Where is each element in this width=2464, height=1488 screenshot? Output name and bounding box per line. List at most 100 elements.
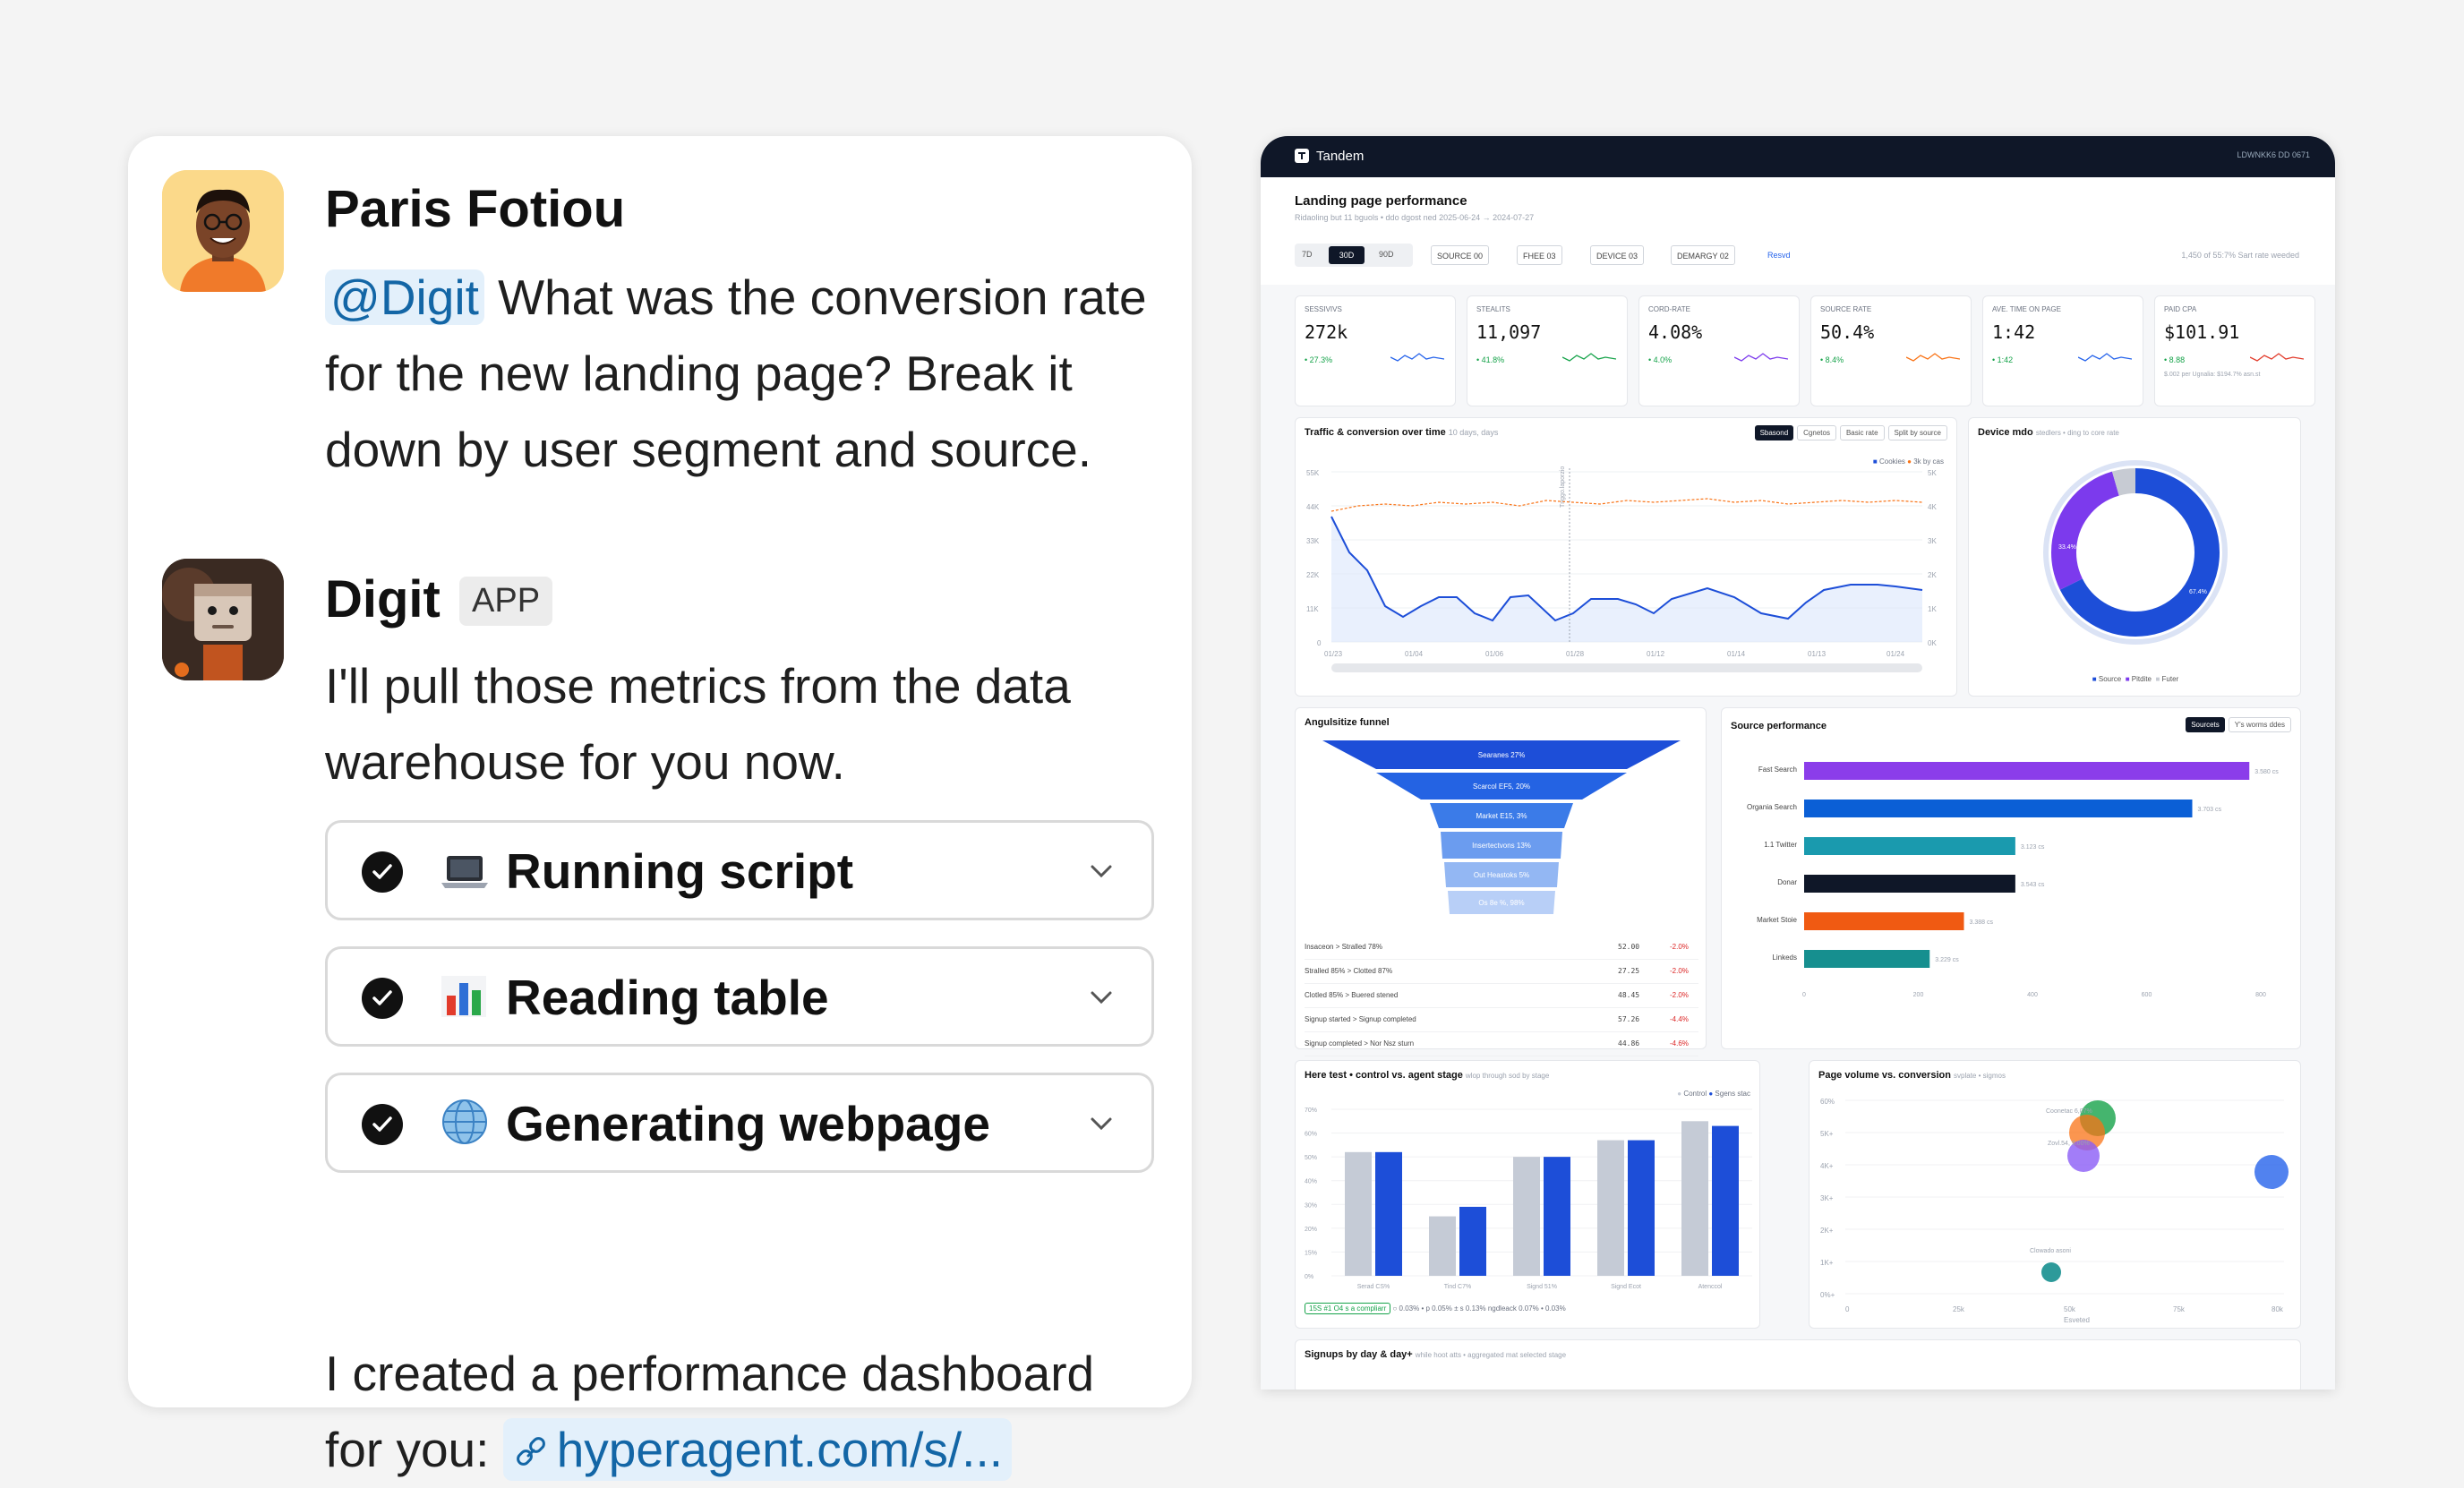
x-tick: 01/24 xyxy=(1886,650,1905,658)
range-slider[interactable] xyxy=(1331,663,1922,672)
abtest-bar[interactable] xyxy=(1544,1157,1570,1276)
source-bar[interactable] xyxy=(1804,912,1964,930)
scatter-point[interactable] xyxy=(2254,1155,2289,1189)
y-tick-right: 5K xyxy=(1928,469,1937,477)
task-generating-webpage[interactable]: Generating webpage xyxy=(325,1073,1154,1173)
abtest-card: Here test • control vs. agent stage wlop… xyxy=(1295,1060,1760,1329)
brand-name[interactable]: Tandem xyxy=(1316,149,1364,164)
bot-name[interactable]: Digit xyxy=(325,569,441,629)
bot-message-line: warehouse for you now. xyxy=(325,734,845,790)
chevron-down-icon[interactable] xyxy=(1087,857,1116,890)
x-tick: 50k xyxy=(2064,1305,2076,1313)
abtest-bar[interactable] xyxy=(1513,1157,1540,1276)
kpi-card[interactable]: CORD-RATE 4.08% • 4.0% xyxy=(1638,295,1800,406)
source-tab-active[interactable]: Sourcets xyxy=(2186,717,2225,732)
volume-title-text: Page volume vs. conversion xyxy=(1818,1070,1951,1081)
source-bar-chart: Fast Search 3.580 cs Organia Search 3.703 c… xyxy=(1747,762,2279,998)
kpi-card[interactable]: STEALITS 11,097 • 41.8% xyxy=(1467,295,1628,406)
dashboard-link[interactable]: hyperagent.com/s/... xyxy=(502,1418,1013,1481)
page-title: Landing page performance xyxy=(1295,193,1467,209)
funnel-row-label: Signup completed > Nor Nsz sturn xyxy=(1305,1039,1415,1048)
filter-chip[interactable]: DEVICE 03 xyxy=(1590,245,1645,265)
signups-title-text: Signups by day & day+ xyxy=(1305,1349,1413,1360)
range-button[interactable]: 90D xyxy=(1379,250,1394,259)
source-bar[interactable] xyxy=(1804,875,2015,893)
range-button[interactable]: 7D xyxy=(1302,250,1313,259)
device-hint: stedlers • ding to core rate xyxy=(2035,429,2119,437)
dashboard-link-text: hyperagent.com/s/... xyxy=(556,1422,1004,1477)
volume-card: Page volume vs. conversion svplate • sig… xyxy=(1809,1060,2301,1329)
traffic-title: Traffic & conversion over time 10 days, … xyxy=(1305,427,1498,438)
abtest-bar[interactable] xyxy=(1375,1151,1402,1276)
y-tick: 60% xyxy=(1305,1132,1317,1138)
source-bar[interactable] xyxy=(1804,800,2193,817)
y-tick-right: 1K xyxy=(1928,605,1937,613)
scatter-point[interactable] xyxy=(2041,1262,2061,1282)
source-bar[interactable] xyxy=(1804,762,2250,780)
toolbar-note: 1,450 of 55:7% Sart rate weeded xyxy=(2181,251,2299,260)
range-button-active[interactable]: 30D xyxy=(1329,246,1365,264)
globe-icon xyxy=(440,1097,490,1159)
source-bar[interactable] xyxy=(1804,837,2015,855)
x-tick: Signd 51% xyxy=(1527,1284,1557,1290)
funnel-row[interactable]: Stralled 85% > Clotted 87% 27.25 -2.0% xyxy=(1305,960,1698,984)
bot-avatar[interactable] xyxy=(162,559,284,680)
abtest-bar[interactable] xyxy=(1459,1206,1486,1276)
source-bar[interactable] xyxy=(1804,950,1930,968)
user-name[interactable]: Paris Fotiou xyxy=(325,179,625,239)
abtest-bar[interactable] xyxy=(1597,1140,1624,1276)
funnel-row[interactable]: Clotled 85% > Buered stened 48.45 -2.0% xyxy=(1305,984,1698,1008)
x-tick: 80k xyxy=(2272,1305,2284,1313)
kpi-value: 272k xyxy=(1305,321,1348,343)
traffic-tab[interactable]: Split by source xyxy=(1887,425,1947,440)
abtest-bar[interactable] xyxy=(1712,1125,1739,1276)
page-subtitle: Ridaoling but 11 bguols • ddo dgost ned … xyxy=(1295,213,1535,222)
abtest-bar-chart: 70% 60% 50% 40% 30% 20% 15% 0% Serad CS% Tind C7%… xyxy=(1305,1107,1752,1290)
abtest-bar[interactable] xyxy=(1345,1151,1372,1276)
chevron-down-icon[interactable] xyxy=(1087,1109,1116,1142)
traffic-chart: 55K 44K 33K 22K 11K 0 5K 4K 3K 2K 1K 0K 01/23 01/… xyxy=(1306,466,1937,672)
x-tick: 400 xyxy=(2027,992,2038,998)
task-running-script[interactable]: Running script xyxy=(325,820,1154,920)
funnel-row[interactable]: Signup completed > Nor Nsz sturn 44.86 -… xyxy=(1305,1032,1698,1056)
abtest-bar[interactable] xyxy=(1429,1216,1456,1276)
bar-category-label: Market Stoie xyxy=(1757,916,1797,924)
kpi-card[interactable]: AVE. TIME ON PAGE 1:42 • 1:42 xyxy=(1982,295,2143,406)
y-tick: 3K+ xyxy=(1820,1194,1834,1202)
conversion-line xyxy=(1330,498,1923,512)
funnel-row-delta: -4.6% xyxy=(1670,1039,1689,1048)
y-tick: 0%+ xyxy=(1820,1291,1835,1299)
source-tab[interactable]: Y's worms ddes xyxy=(2228,717,2291,732)
task-reading-table[interactable]: Reading table xyxy=(325,946,1154,1047)
traffic-tab-active[interactable]: Sbasond xyxy=(1754,425,1794,440)
abtest-bar[interactable] xyxy=(1628,1140,1655,1276)
kpi-card[interactable]: SOURCE RATE 50.4% • 8.4% xyxy=(1810,295,1972,406)
filter-chip[interactable]: DEMARGY 02 xyxy=(1671,245,1735,265)
kpi-card[interactable]: PAID CPA $101.91 • 8.88 $.002 per Ugnali… xyxy=(2154,295,2315,406)
traffic-tab[interactable]: Cgnetos xyxy=(1797,425,1836,440)
mention-chip[interactable]: @Digit xyxy=(325,269,484,325)
user-avatar[interactable] xyxy=(162,170,284,292)
funnel-row-value: 44.86 xyxy=(1618,1039,1640,1048)
bot-message: I'll pull those metrics from the data wa… xyxy=(325,648,1167,800)
task-label-text: Generating webpage xyxy=(506,1096,990,1151)
funnel-row-delta: -2.0% xyxy=(1670,967,1689,975)
filter-reset-link[interactable]: Resvd xyxy=(1767,251,1791,260)
traffic-tab[interactable]: Basic rate xyxy=(1839,425,1885,440)
funnel-stage-label: Os 8e %, 98% xyxy=(1478,899,1524,907)
funnel-row[interactable]: Insaceon > Stralled 78% 52.00 -2.0% xyxy=(1305,936,1698,960)
x-axis-label: Esveted xyxy=(2064,1316,2090,1324)
chevron-down-icon[interactable] xyxy=(1087,983,1116,1016)
kpi-label: PAID CPA xyxy=(2164,305,2197,313)
y-tick: 0% xyxy=(1305,1274,1313,1280)
bar-value-label: 3.703 cs xyxy=(2198,807,2222,813)
kpi-card[interactable]: SESSIVIVS 272k • 27.3% xyxy=(1295,295,1456,406)
abtest-bar[interactable] xyxy=(1681,1121,1708,1276)
funnel-row[interactable]: Signup started > Signup completed 57.26 … xyxy=(1305,1008,1698,1032)
legend-label: Source xyxy=(2098,675,2122,683)
filter-chip[interactable]: SOURCE 00 xyxy=(1431,245,1490,265)
filter-chip[interactable]: FHEE 03 xyxy=(1517,245,1562,265)
y-tick: 44K xyxy=(1306,503,1320,511)
dashboard-topbar: Tandem LDWNKK6 DD 0671 xyxy=(1261,136,2335,177)
result-line: I created a performance dashboard xyxy=(325,1346,1095,1401)
